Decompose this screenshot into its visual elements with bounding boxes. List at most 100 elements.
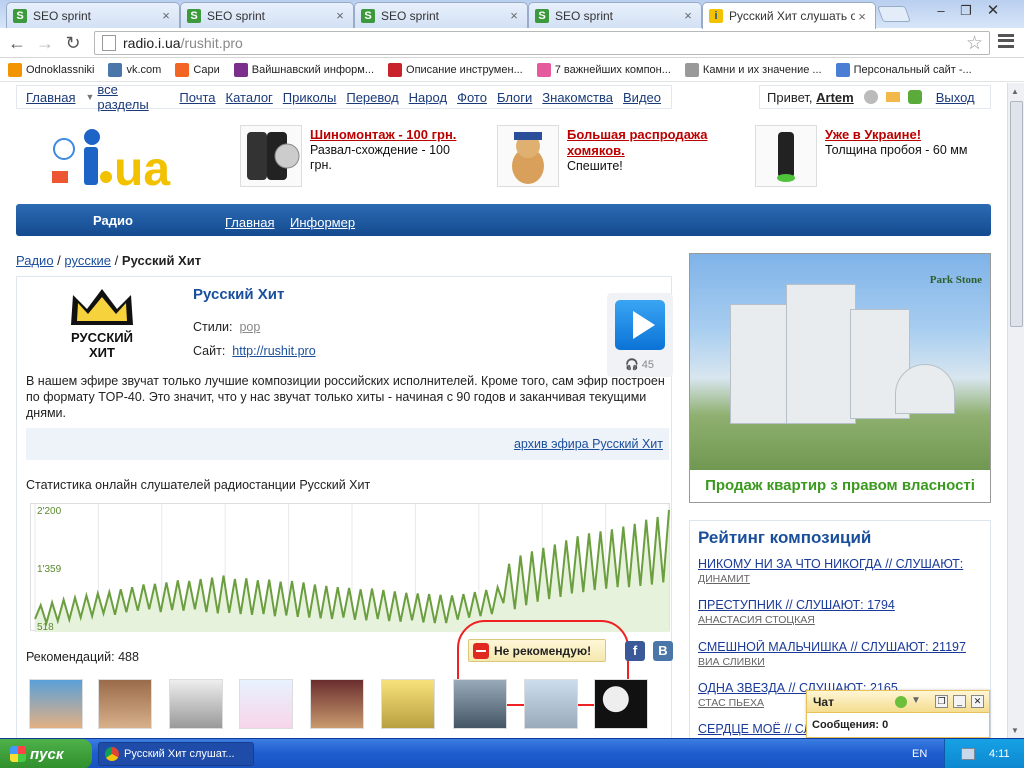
- mail-icon[interactable]: [885, 92, 900, 102]
- bookmark-item[interactable]: Описание инструмен...: [388, 63, 523, 77]
- breadcrumb-russian[interactable]: русские: [64, 253, 111, 268]
- refresh-icon[interactable]: [907, 90, 922, 104]
- bookmark-item[interactable]: Камни и их значение ...: [684, 63, 822, 77]
- browser-tab-active[interactable]: i Русский Хит слушать он ×: [702, 2, 876, 29]
- station-site: Сайт: http://rushit.pro: [193, 344, 316, 358]
- park-stone-banner[interactable]: Park Stone Продаж квартир з правом власн…: [689, 253, 991, 503]
- scroll-thumb[interactable]: [1010, 101, 1023, 327]
- radio-nav-home[interactable]: Главная: [225, 215, 274, 230]
- nav-home[interactable]: Главная: [26, 90, 75, 105]
- new-tab-button[interactable]: [877, 6, 911, 22]
- chat-header[interactable]: Чат ▼ ❐ _ ✕: [807, 691, 989, 713]
- rating-item: СМЕШНОЙ МАЛЬЧИШКА // СЛУШАЮТ: 21197 ВИА …: [698, 640, 966, 668]
- bookmark-item[interactable]: 7 важнейших компон...: [536, 63, 671, 77]
- browser-tab[interactable]: S SEO sprint ×: [354, 2, 528, 28]
- style-pop-link[interactable]: pop: [239, 320, 260, 334]
- seo-sprint-icon: S: [361, 8, 375, 23]
- chevron-down-icon[interactable]: ▼: [85, 92, 94, 102]
- avatar[interactable]: [310, 679, 364, 729]
- restore-icon[interactable]: ❐: [955, 2, 977, 20]
- avatar[interactable]: [594, 679, 648, 729]
- bookmark-star-icon[interactable]: ☆: [966, 32, 983, 55]
- logout-link[interactable]: Выход: [936, 90, 975, 105]
- nav-video[interactable]: Видео: [623, 90, 661, 105]
- chat-popout-icon[interactable]: ❐: [935, 695, 948, 708]
- close-tab-icon[interactable]: ×: [855, 9, 869, 24]
- archive-link[interactable]: архив эфира Русский Хит: [514, 437, 663, 451]
- site-link[interactable]: http://rushit.pro: [232, 344, 315, 358]
- address-bar[interactable]: radio.i.ua/rushit.pro ☆: [94, 31, 990, 55]
- nav-all-sections[interactable]: все разделы: [97, 83, 169, 112]
- chevron-down-icon[interactable]: ▼: [911, 695, 921, 706]
- avatar[interactable]: [524, 679, 578, 729]
- nav-jokes[interactable]: Приколы: [283, 90, 337, 105]
- avatar[interactable]: [29, 679, 83, 729]
- settings-icon[interactable]: [863, 90, 878, 104]
- iua-logo[interactable]: ua: [44, 127, 174, 189]
- menu-icon[interactable]: [998, 34, 1014, 48]
- nav-photo[interactable]: Фото: [457, 90, 487, 105]
- reload-icon[interactable]: ↻: [62, 32, 84, 54]
- banner-brand: Park Stone: [929, 274, 982, 286]
- avatar[interactable]: [381, 679, 435, 729]
- language-indicator[interactable]: EN: [912, 748, 927, 760]
- taskbar-chrome-item[interactable]: Русский Хит слушат...: [98, 742, 254, 766]
- facebook-icon[interactable]: f: [625, 641, 645, 661]
- vk-share-icon[interactable]: B: [653, 641, 673, 661]
- browser-tab-strip: S SEO sprint × S SEO sprint × S SEO spri…: [0, 0, 1024, 29]
- close-tab-icon[interactable]: ×: [507, 8, 521, 23]
- start-button[interactable]: пуск: [0, 739, 92, 768]
- breadcrumb-current: Русский Хит: [121, 253, 202, 268]
- forward-icon[interactable]: →: [34, 32, 56, 54]
- breadcrumb: Радио / русские / Русский Хит: [16, 253, 202, 268]
- scroll-up-icon[interactable]: ▲: [1011, 87, 1019, 96]
- radio-nav-informer[interactable]: Информер: [290, 215, 355, 230]
- network-icon[interactable]: [961, 748, 975, 760]
- flashlight-image: [755, 125, 817, 187]
- chart-ytick-label: 1'359: [37, 564, 62, 575]
- bookmark-item[interactable]: Вайшнавский информ...: [233, 63, 374, 77]
- user-name[interactable]: Artem: [816, 90, 854, 105]
- avatar[interactable]: [169, 679, 223, 729]
- nav-translate[interactable]: Перевод: [346, 90, 398, 105]
- close-window-icon[interactable]: ✕: [982, 2, 1004, 20]
- chat-minimize-icon[interactable]: _: [953, 695, 966, 708]
- tire-image: [240, 125, 302, 187]
- minimize-icon[interactable]: –: [930, 2, 952, 20]
- bookmarks-bar: Odnoklassniki vk.com Сари Вайшнавский инфор…: [0, 59, 1024, 82]
- close-tab-icon[interactable]: ×: [333, 8, 347, 23]
- avatar[interactable]: [453, 679, 507, 729]
- greeting: Привет,: [767, 89, 813, 105]
- browser-tab[interactable]: S SEO sprint ×: [6, 2, 180, 28]
- drop-icon: [835, 63, 850, 77]
- close-tab-icon[interactable]: ×: [681, 8, 695, 23]
- seo-sprint-icon: S: [535, 8, 549, 23]
- breadcrumb-radio[interactable]: Радио: [16, 253, 54, 268]
- vk-icon: [108, 63, 123, 77]
- bookmark-item[interactable]: vk.com: [108, 63, 161, 77]
- browser-tab[interactable]: S SEO sprint ×: [528, 2, 702, 28]
- avatar[interactable]: [98, 679, 152, 729]
- bookmark-item[interactable]: Odnoklassniki: [8, 63, 94, 77]
- nav-mail[interactable]: Почта: [179, 90, 215, 105]
- close-tab-icon[interactable]: ×: [159, 8, 173, 23]
- bookmark-item[interactable]: Сари: [175, 63, 220, 77]
- vaishnava-icon: [233, 63, 248, 77]
- back-icon[interactable]: ←: [6, 32, 28, 54]
- bookmark-item[interactable]: Персональный сайт -...: [835, 63, 972, 77]
- chat-status-icon[interactable]: [895, 696, 907, 708]
- page-scrollbar[interactable]: ▲ ▼: [1007, 83, 1024, 738]
- nav-narod[interactable]: Народ: [409, 90, 447, 105]
- station-card: РУССКИЙ ХИТ Русский Хит Стили: pop Сайт:…: [16, 276, 673, 738]
- nav-blogs[interactable]: Блоги: [497, 90, 532, 105]
- nav-dating[interactable]: Знакомства: [542, 90, 613, 105]
- svg-text:ua: ua: [114, 143, 170, 189]
- nav-catalog[interactable]: Каталог: [226, 90, 273, 105]
- scroll-down-icon[interactable]: ▼: [1011, 726, 1019, 735]
- browser-tab[interactable]: S SEO sprint ×: [180, 2, 354, 28]
- avatar[interactable]: [239, 679, 293, 729]
- chat-close-icon[interactable]: ✕: [971, 695, 984, 708]
- browser-toolbar: ← → ↻ radio.i.ua/rushit.pro ☆: [0, 28, 1024, 58]
- play-button[interactable]: [615, 300, 665, 350]
- sparkle-icon: [536, 63, 551, 77]
